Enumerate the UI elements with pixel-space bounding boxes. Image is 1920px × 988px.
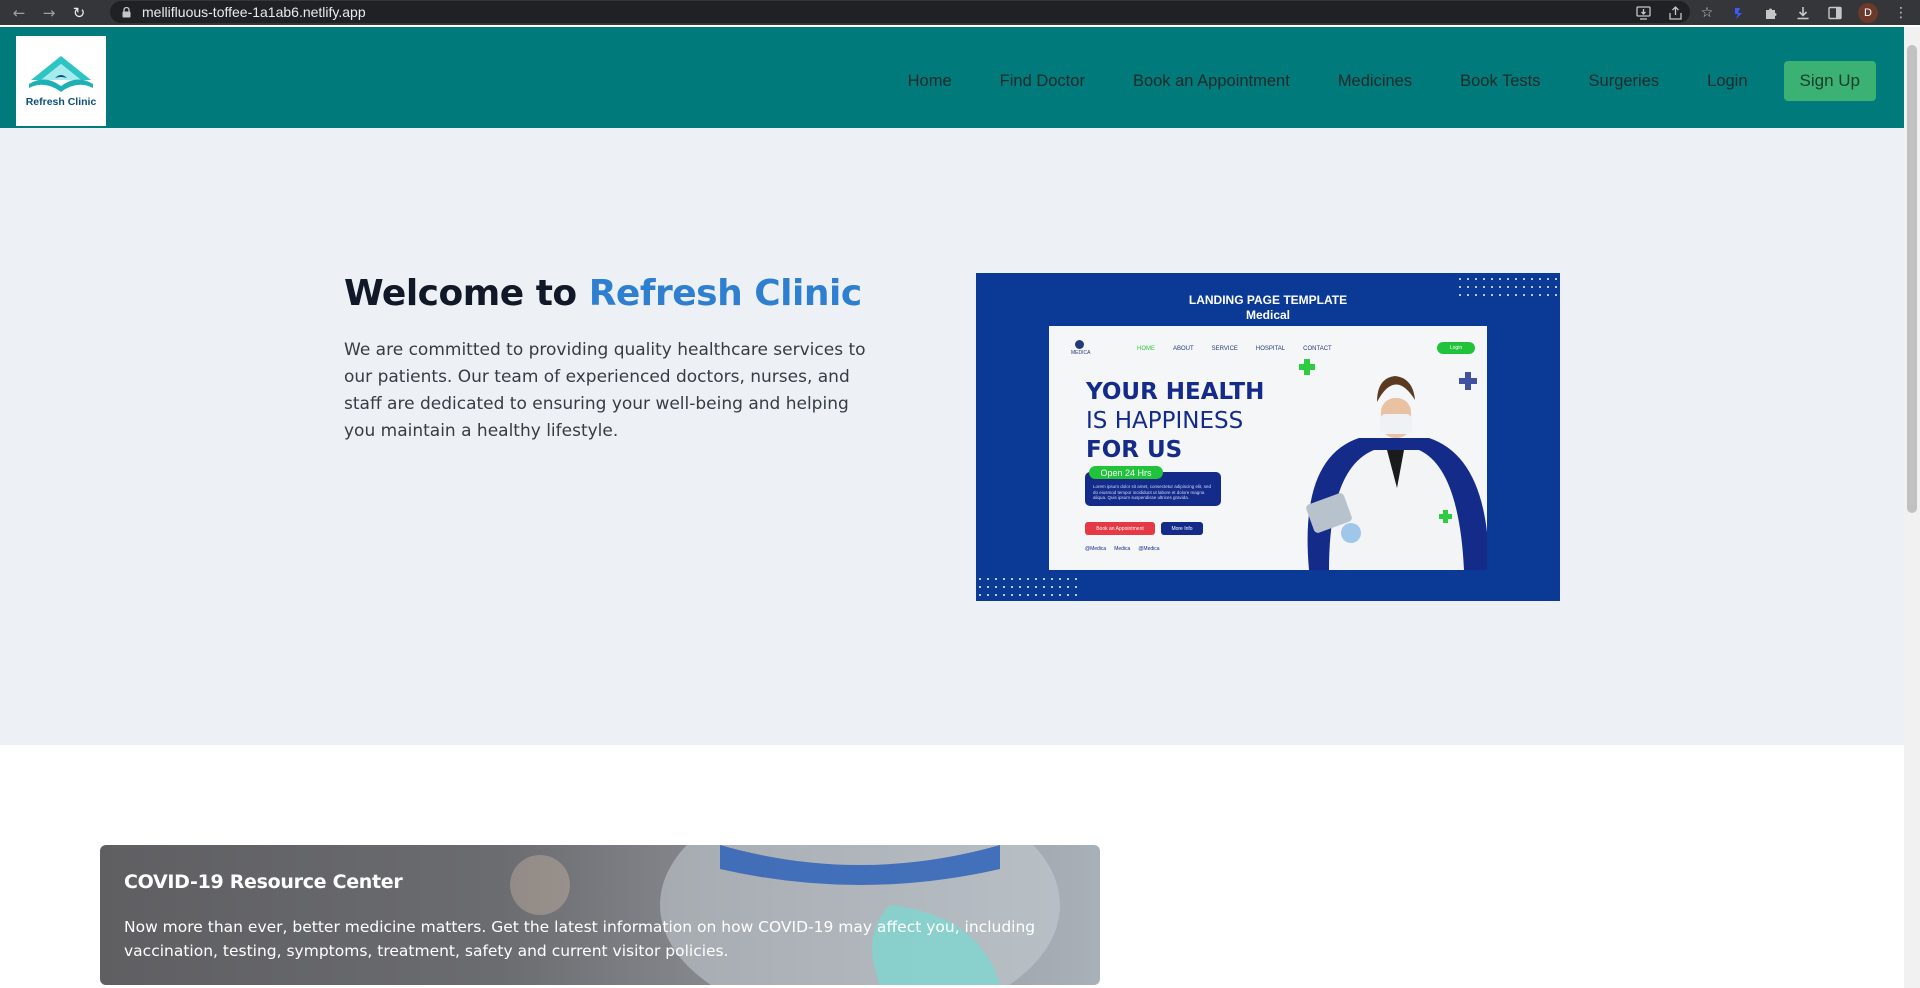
covid-title: COVID-19 Resource Center — [124, 871, 403, 893]
template-mockup: MEDICA HOME ABOUT SERVICE HOSPITAL CONTA… — [1049, 326, 1487, 570]
sidepanel-icon[interactable] — [1826, 4, 1844, 22]
logo-mark-icon — [29, 56, 93, 92]
doctor-illustration — [1299, 359, 1487, 570]
covid-resource-card[interactable]: COVID-19 Resource Center Now more than e… — [100, 845, 1100, 985]
hero-title-accent: Refresh Clinic — [588, 273, 862, 314]
star-icon[interactable]: ☆ — [1698, 4, 1716, 22]
browser-toolbar: ← → ↻ mellifluous-toffee-1a1ab6.netlify.… — [0, 0, 1920, 25]
mock-headline-line1: YOUR HEALTH — [1086, 379, 1265, 405]
covid-text: Now more than ever, better medicine matt… — [124, 918, 1036, 960]
mock-logo: MEDICA — [1071, 340, 1091, 356]
mock-logo-text: MEDICA — [1071, 350, 1091, 356]
url-text[interactable]: mellifluous-toffee-1a1ab6.netlify.app — [142, 4, 366, 20]
forward-icon[interactable]: → — [38, 2, 60, 24]
nav-medicines[interactable]: Medicines — [1338, 72, 1412, 91]
hero-section: Welcome to Refresh Clinic We are committ… — [0, 128, 1904, 745]
hero-title-prefix: Welcome to — [344, 273, 589, 314]
extension-icon[interactable] — [1730, 4, 1748, 22]
decor-dots-bottom — [976, 575, 1080, 601]
logo[interactable]: Refresh Clinic — [16, 36, 106, 126]
mock-nav-item: HOSPITAL — [1255, 346, 1286, 352]
nav-book-tests[interactable]: Book Tests — [1460, 72, 1540, 91]
nav-login[interactable]: Login — [1707, 72, 1747, 91]
mock-social-twitter: @Medica — [1138, 546, 1160, 552]
back-icon[interactable]: ← — [8, 2, 30, 24]
mock-more-info-button: More Info — [1161, 522, 1203, 535]
nav-surgeries[interactable]: Surgeries — [1589, 72, 1660, 91]
page-scrollbar[interactable] — [1904, 27, 1920, 988]
template-title: LANDING PAGE TEMPLATE Medical — [976, 293, 1560, 323]
hero-description: We are committed to providing quality he… — [344, 340, 866, 441]
mock-headline-line3: FOR US — [1086, 437, 1183, 463]
mock-headline: YOUR HEALTH IS HAPPINESS FOR US — [1086, 378, 1264, 465]
puzzle-icon[interactable] — [1762, 4, 1780, 22]
mock-book-button: Book an Appointment — [1085, 522, 1155, 535]
mock-nav-item: HOME — [1137, 346, 1155, 352]
scrollbar-thumb[interactable] — [1907, 45, 1917, 513]
lock-icon[interactable] — [120, 6, 132, 18]
template-title-line1: LANDING PAGE TEMPLATE — [1188, 293, 1348, 307]
mock-nav-item: ABOUT — [1173, 346, 1194, 352]
mock-headline-line2: IS HAPPINESS — [1086, 408, 1244, 434]
download-icon[interactable] — [1794, 4, 1812, 22]
main-nav: Home Find Doctor Book an Appointment Med… — [908, 61, 1876, 101]
profile-avatar[interactable]: D — [1858, 2, 1878, 23]
install-icon[interactable] — [1634, 4, 1652, 22]
nav-find-doctor[interactable]: Find Doctor — [1000, 72, 1085, 91]
mock-open-badge: Open 24 Hrs — [1089, 466, 1163, 479]
site-header: Refresh Clinic Home Find Doctor Book an … — [0, 27, 1904, 128]
nav-home[interactable]: Home — [908, 72, 952, 91]
nav-book-appointment[interactable]: Book an Appointment — [1133, 72, 1290, 91]
signup-button[interactable]: Sign Up — [1783, 61, 1876, 101]
menu-icon[interactable]: ⋮ — [1892, 4, 1910, 22]
template-title-line2: Medical — [1245, 308, 1290, 322]
hero-title: Welcome to Refresh Clinic — [344, 273, 862, 314]
mock-social-instagram: @Medica — [1085, 546, 1107, 552]
hero-image: LANDING PAGE TEMPLATE Medical MEDICA HOM… — [976, 273, 1560, 601]
address-bar[interactable]: mellifluous-toffee-1a1ab6.netlify.app — [110, 1, 1690, 23]
share-icon[interactable] — [1666, 4, 1684, 22]
reload-icon[interactable]: ↻ — [68, 2, 90, 24]
mock-nav-item: SERVICE — [1211, 346, 1238, 352]
mock-social-facebook: Medica — [1114, 546, 1131, 552]
logo-text: Refresh Clinic — [25, 96, 97, 108]
mock-socials: @Medica Medica @Medica — [1085, 546, 1160, 552]
